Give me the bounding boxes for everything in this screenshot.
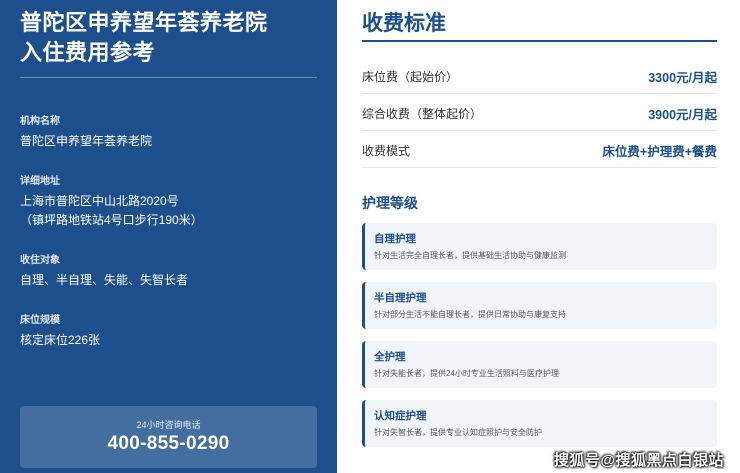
care-card-dementia: 认知症护理 针对失智长者，提供专业认知症照护与安全防护 [362, 400, 717, 447]
title-line-2: 入住费用参考 [20, 40, 156, 65]
care-card-self: 自理护理 针对生活完全自理长者，提供基础生活协助与健康监测 [362, 223, 717, 270]
fee-value: 床位费+护理费+餐费 [602, 145, 717, 159]
fee-section-title: 收费标准 [362, 12, 446, 35]
fee-label: 收费模式 [362, 144, 411, 158]
watermark: 搜狐号@搜狐黑点白银站 [553, 452, 724, 469]
hotline-label: 24小时咨询电话 [136, 420, 201, 430]
hotline-box[interactable]: 24小时咨询电话 400-855-0290 [20, 406, 317, 468]
hotline-number[interactable]: 400-855-0290 [20, 433, 317, 455]
title-line-1: 普陀区申养望年荟养老院 [20, 10, 268, 35]
bed-capacity-label: 床位规模 [20, 315, 60, 326]
left-info-panel: 普陀区申养望年荟养老院 入住费用参考 机构名称 普陀区申养望年荟养老院 详细地址… [0, 0, 337, 473]
fee-label: 床位费（起始价） [362, 70, 459, 84]
care-name: 自理护理 [374, 233, 416, 245]
care-card-semi: 半自理护理 针对部分生活不能自理长者，提供日常协助与康复支持 [362, 282, 717, 329]
fee-label: 综合收费（整体起价） [362, 107, 483, 121]
fee-title-divider [362, 40, 717, 42]
address-value-line-2: （镇坪路地铁站4号口步行190米） [20, 213, 203, 227]
residents-label: 收住对象 [20, 255, 60, 266]
page-title: 普陀区申养望年荟养老院 入住费用参考 [20, 8, 320, 68]
bed-capacity-value: 核定床位226张 [20, 333, 101, 347]
care-name: 半自理护理 [374, 292, 427, 304]
care-name: 全护理 [374, 351, 406, 363]
institution-name-label: 机构名称 [20, 116, 60, 127]
institution-name-value: 普陀区申养望年荟养老院 [20, 134, 153, 148]
residents-value: 自理、半自理、失能、失智长者 [20, 273, 189, 287]
fee-row-bed: 床位费（起始价） 3300元/月起 [362, 57, 717, 94]
title-divider [20, 77, 317, 78]
care-level-title: 护理等级 [362, 195, 418, 211]
care-desc: 针对失智长者，提供专业认知症照护与安全防护 [374, 428, 542, 437]
care-desc: 针对失能长者，提供24小时专业生活照料与医疗护理 [374, 369, 559, 378]
care-desc: 针对部分生活不能自理长者，提供日常协助与康复支持 [374, 310, 566, 319]
address-value-line-1: 上海市普陀区中山北路2020号 [20, 194, 179, 208]
care-desc: 针对生活完全自理长者，提供基础生活协助与健康监测 [374, 251, 566, 260]
address-label: 详细地址 [20, 176, 60, 187]
fee-value: 3300元/月起 [648, 71, 717, 85]
fee-panel: 收费标准 床位费（起始价） 3300元/月起 综合收费（整体起价） 3900元/… [337, 0, 740, 473]
fee-value: 3900元/月起 [648, 108, 717, 122]
fee-row-comprehensive: 综合收费（整体起价） 3900元/月起 [362, 94, 717, 131]
care-name: 认知症护理 [374, 410, 427, 422]
care-card-full: 全护理 针对失能长者，提供24小时专业生活照料与医疗护理 [362, 341, 717, 388]
fee-row-model: 收费模式 床位费+护理费+餐费 [362, 131, 717, 168]
